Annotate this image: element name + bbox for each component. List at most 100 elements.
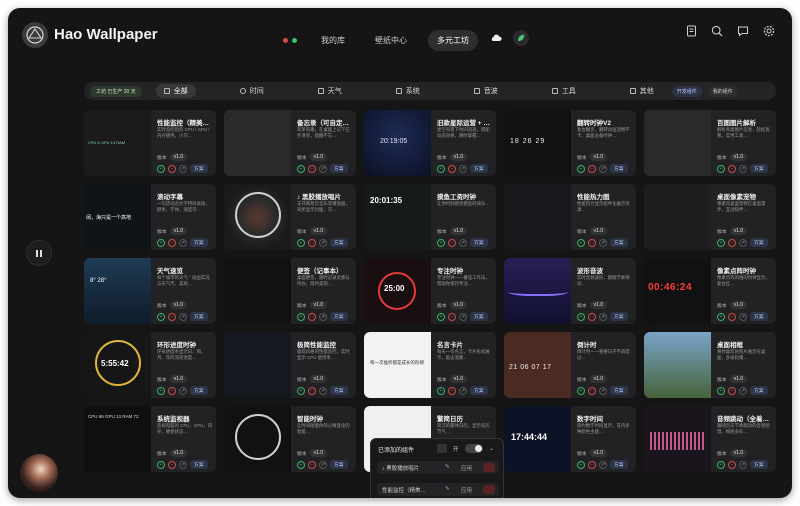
apply-button[interactable]: 方案: [190, 238, 208, 247]
remove-icon[interactable]: −: [308, 312, 316, 321]
remove-icon[interactable]: −: [448, 238, 456, 247]
remove-icon[interactable]: −: [168, 312, 176, 321]
apply-button[interactable]: 方案: [190, 386, 208, 395]
remove-icon[interactable]: −: [168, 164, 176, 173]
add-icon[interactable]: +: [717, 460, 725, 469]
version-select[interactable]: v1.0: [169, 227, 188, 235]
share-icon[interactable]: ↗: [179, 386, 187, 395]
share-icon[interactable]: ↗: [179, 460, 187, 469]
row-edit-icon[interactable]: ✎: [445, 486, 450, 492]
widget-thumbnail[interactable]: [504, 258, 571, 324]
add-icon[interactable]: +: [157, 386, 165, 395]
apply-button[interactable]: 方案: [470, 386, 488, 395]
share-icon[interactable]: ↗: [459, 312, 467, 321]
widget-card[interactable]: 桌面相框 将你喜欢的照片展示在桌面，多张轮播… 版本 v1.0 + − ↗ 方案: [644, 332, 776, 398]
widget-card[interactable]: CPU 6 GPU 13 RAM 性能监控（精美… 实时监控您的 CPU / G…: [84, 110, 216, 176]
widget-thumbnail[interactable]: CPU 6 GPU 13 RAM: [84, 110, 151, 176]
add-icon[interactable]: +: [437, 312, 445, 321]
share-icon[interactable]: ↗: [179, 164, 187, 173]
row-apply[interactable]: 应用: [461, 486, 472, 494]
remove-icon[interactable]: −: [588, 238, 596, 247]
version-select[interactable]: v1.0: [309, 449, 328, 457]
apply-button[interactable]: 方案: [470, 164, 488, 173]
document-icon[interactable]: [684, 24, 698, 38]
widget-card[interactable]: 极简性能监控 极简风格的性能监控，实时显示 CPU 使用率… 版本 v1.0 +…: [224, 332, 356, 398]
remove-icon[interactable]: −: [308, 460, 316, 469]
widget-card[interactable]: 波形音波 实时音频波形，跟随节奏律动… 版本 v1.0 + − ↗ 方案: [504, 258, 636, 324]
share-icon[interactable]: ↗: [459, 386, 467, 395]
share-icon[interactable]: ↗: [739, 386, 747, 395]
widget-card[interactable]: 18 26 29 翻转时钟V2 复古翻页，翻转动画流畅不卡，桌面必备时钟… 版本…: [504, 110, 636, 176]
widget-thumbnail[interactable]: CPU 66 GPU 13 RAM 72: [84, 406, 151, 472]
remove-icon[interactable]: −: [168, 460, 176, 469]
widget-thumbnail[interactable]: 每一次挫折都是成长的阶梯: [364, 332, 431, 398]
share-icon[interactable]: ↗: [319, 164, 327, 173]
pause-button[interactable]: [26, 240, 52, 266]
widget-thumbnail[interactable]: [224, 184, 291, 250]
widget-card[interactable]: 17:44:44 数字时间 简约数字时间显示，支持多种颜色主题… 版本 v1.0…: [504, 406, 636, 472]
add-icon[interactable]: +: [297, 460, 305, 469]
share-icon[interactable]: ↗: [599, 386, 607, 395]
add-icon[interactable]: +: [157, 312, 165, 321]
version-select[interactable]: v1.0: [589, 153, 608, 161]
add-icon[interactable]: +: [717, 386, 725, 395]
apply-button[interactable]: 方案: [610, 164, 628, 173]
version-select[interactable]: v1.0: [729, 449, 748, 457]
share-icon[interactable]: ↗: [739, 460, 747, 469]
remove-icon[interactable]: −: [588, 386, 596, 395]
widget-thumbnail[interactable]: [644, 406, 711, 472]
widget-thumbnail[interactable]: 阔，海只是一个高地: [84, 184, 151, 250]
share-icon[interactable]: ↗: [599, 460, 607, 469]
widget-card[interactable]: ♪ 黑胶播放唱片 支持网易云音乐等播放器，同步显示封面，可… 版本 v1.0 +…: [224, 184, 356, 250]
add-icon[interactable]: +: [297, 238, 305, 247]
tab-workshop[interactable]: 多元工坊: [428, 30, 478, 51]
widget-thumbnail[interactable]: 18 26 29: [504, 110, 571, 176]
tab-my-library[interactable]: 我的库: [312, 30, 354, 51]
version-select[interactable]: v1.0: [729, 301, 748, 309]
row-edit-icon[interactable]: ✎: [445, 464, 450, 470]
add-icon[interactable]: +: [157, 460, 165, 469]
add-icon[interactable]: +: [717, 238, 725, 247]
leaf-icon[interactable]: [513, 30, 529, 46]
widget-card[interactable]: 桌面像素宠物 像素风桌面宠物在桌面漫步，互动陪伴… 版本 v1.0 + − ↗ …: [644, 184, 776, 250]
widget-thumbnail[interactable]: 25:00: [364, 258, 431, 324]
popup-toggle[interactable]: [465, 444, 483, 453]
widget-thumbnail[interactable]: 20:01:35: [364, 184, 431, 250]
add-icon[interactable]: +: [437, 238, 445, 247]
share-icon[interactable]: ↗: [179, 238, 187, 247]
add-icon[interactable]: +: [717, 164, 725, 173]
apply-button[interactable]: 方案: [750, 386, 768, 395]
apply-button[interactable]: 方案: [330, 386, 348, 395]
search-icon[interactable]: [710, 24, 724, 38]
version-select[interactable]: v1.0: [589, 449, 608, 457]
remove-icon[interactable]: −: [588, 460, 596, 469]
remove-icon[interactable]: −: [168, 386, 176, 395]
widget-thumbnail[interactable]: [224, 406, 291, 472]
share-icon[interactable]: ↗: [319, 312, 327, 321]
add-icon[interactable]: +: [437, 386, 445, 395]
share-icon[interactable]: ↗: [739, 238, 747, 247]
apply-button[interactable]: 方案: [330, 238, 348, 247]
widget-card[interactable]: 备忘录 备忘录（可自定… 简单有趣，在桌面上记下任务清单，提醒不忘… 版本 v1…: [224, 110, 356, 176]
add-icon[interactable]: +: [297, 386, 305, 395]
apply-button[interactable]: 方案: [330, 312, 348, 321]
share-icon[interactable]: ↗: [319, 238, 327, 247]
widget-card[interactable]: 25:00 专注时钟 专注时钟——番茄工作法，帮助你保持专注… 版本 v1.0 …: [364, 258, 496, 324]
add-icon[interactable]: +: [297, 312, 305, 321]
popup-row-0[interactable]: ♪ 黑胶播放唱片 ✎ 应用: [377, 461, 499, 474]
widget-card[interactable]: 20:01:35 摸鱼工资时钟 让你时刻感受摸鱼的快乐… 版本 v1.0 + −…: [364, 184, 496, 250]
row-delete-button[interactable]: [483, 463, 495, 472]
chevron-down-icon[interactable]: ⌄: [489, 445, 494, 452]
remove-icon[interactable]: −: [728, 386, 736, 395]
version-select[interactable]: v1.0: [309, 153, 328, 161]
version-select[interactable]: v1.0: [169, 153, 188, 161]
apply-button[interactable]: 方案: [190, 460, 208, 469]
remove-icon[interactable]: −: [168, 238, 176, 247]
apply-button[interactable]: 方案: [190, 164, 208, 173]
remove-icon[interactable]: −: [448, 386, 456, 395]
category-weather[interactable]: 天气: [317, 86, 342, 96]
widget-thumbnail[interactable]: [644, 332, 711, 398]
apply-button[interactable]: 方案: [750, 238, 768, 247]
add-icon[interactable]: +: [717, 312, 725, 321]
remove-icon[interactable]: −: [588, 164, 596, 173]
